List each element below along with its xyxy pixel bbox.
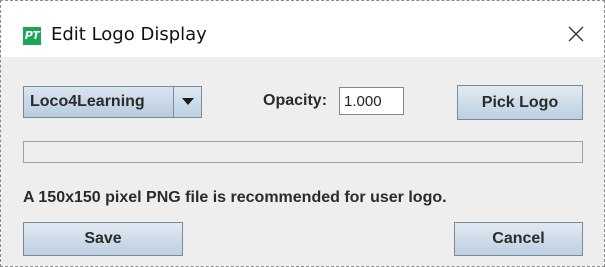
opacity-input[interactable] — [339, 87, 404, 115]
progress-bar — [23, 141, 583, 163]
app-logo-icon: PT — [23, 27, 41, 45]
logo-select[interactable]: Loco4Learning — [23, 86, 202, 118]
opacity-label: Opacity: — [263, 92, 328, 109]
logo-recommendation-text: A 150x150 pixel PNG file is recommended … — [23, 189, 447, 206]
window-title: Edit Logo Display — [51, 24, 207, 45]
chevron-down-icon — [182, 98, 194, 105]
close-button[interactable] — [561, 19, 591, 49]
title-bar[interactable]: PT Edit Logo Display — [1, 1, 604, 57]
edit-logo-dialog: PT Edit Logo Display Loco4Learning Opaci… — [0, 0, 605, 267]
cancel-button[interactable]: Cancel — [454, 222, 583, 256]
logo-select-dropdown-button[interactable] — [173, 87, 201, 117]
logo-select-value: Loco4Learning — [30, 93, 145, 110]
pick-logo-button[interactable]: Pick Logo — [457, 85, 583, 120]
save-button[interactable]: Save — [23, 222, 183, 256]
close-icon — [568, 26, 584, 42]
dialog-content: Loco4Learning Opacity: Pick Logo A 150x1… — [1, 57, 604, 266]
